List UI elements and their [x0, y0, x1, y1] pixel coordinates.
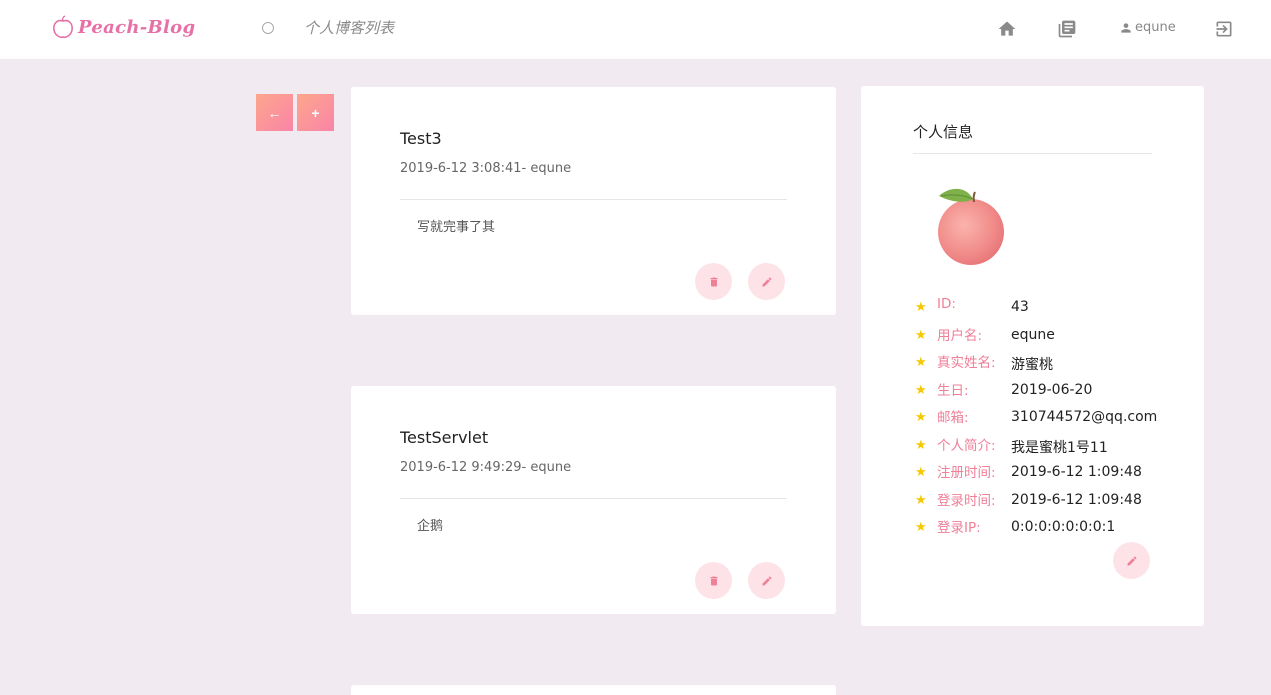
- field-value: 游蜜桃: [1011, 357, 1053, 373]
- top-navigation-bar: Peach-Blog 个人博客列表 equne: [0, 0, 1271, 59]
- field-value: 我是蜜桃1号11: [1011, 440, 1108, 456]
- post-card: TestServlet 2019-6-12 9:49:29- equne 企鹅: [351, 386, 836, 614]
- field-label: 用户名:: [937, 328, 983, 344]
- star-icon: ★: [915, 493, 927, 508]
- star-icon: ★: [915, 383, 927, 398]
- field-value: 2019-6-12 1:09:48: [1011, 492, 1142, 508]
- star-icon: ★: [915, 328, 927, 343]
- home-icon[interactable]: [997, 19, 1017, 39]
- delete-button[interactable]: [695, 562, 732, 599]
- trash-icon: [710, 277, 717, 286]
- field-value: 310744572@qq.com: [1011, 409, 1158, 425]
- back-button[interactable]: ←: [256, 94, 293, 131]
- edit-button[interactable]: [748, 263, 785, 300]
- profile-field-id: ★ ID: 43: [915, 296, 1175, 316]
- trash-icon: [710, 576, 717, 585]
- profile-field-email: ★ 邮箱: 310744572@qq.com: [915, 406, 1175, 426]
- star-icon: ★: [915, 438, 927, 453]
- post-body: 企鹅: [417, 519, 444, 534]
- profile-field-birthday: ★ 生日: 2019-06-20: [915, 379, 1175, 399]
- field-label: 真实姓名:: [937, 355, 996, 371]
- logout-icon[interactable]: [1214, 19, 1234, 39]
- profile-field-username: ★ 用户名: equne: [915, 324, 1175, 344]
- star-icon: ★: [915, 300, 927, 315]
- post-title[interactable]: TestServlet: [400, 428, 488, 447]
- plus-icon: +: [311, 104, 320, 121]
- post-card: Test3 2019-6-12 3:08:41- equne 写就完事了其: [351, 87, 836, 315]
- profile-field-realname: ★ 真实姓名: 游蜜桃: [915, 351, 1175, 373]
- user-menu[interactable]: equne: [1119, 20, 1176, 35]
- nav-actions: equne: [0, 17, 1271, 41]
- post-body: 写就完事了其: [417, 220, 496, 235]
- pencil-icon: [762, 575, 772, 585]
- profile-heading: 个人信息: [913, 123, 974, 141]
- edit-button[interactable]: [748, 562, 785, 599]
- field-value: 43: [1011, 299, 1029, 315]
- pencil-icon: [762, 276, 772, 286]
- field-label: 个人简介:: [937, 438, 996, 454]
- profile-field-login-time: ★ 登录时间: 2019-6-12 1:09:48: [915, 489, 1175, 509]
- star-icon: ★: [915, 520, 927, 535]
- field-label: 邮箱:: [937, 410, 969, 426]
- edit-profile-button[interactable]: [1113, 542, 1150, 579]
- back-arrow-icon: ←: [267, 104, 282, 121]
- field-value: 0:0:0:0:0:0:0:1: [1011, 519, 1116, 535]
- field-label: 生日:: [937, 383, 969, 399]
- library-icon[interactable]: [1057, 19, 1077, 39]
- star-icon: ★: [915, 410, 927, 425]
- profile-field-register-time: ★ 注册时间: 2019-6-12 1:09:48: [915, 461, 1175, 481]
- pencil-icon: [1127, 555, 1137, 565]
- star-icon: ★: [915, 355, 927, 370]
- star-icon: ★: [915, 465, 927, 480]
- profile-field-bio: ★ 个人简介: 我是蜜桃1号11: [915, 434, 1175, 456]
- field-label: 注册时间:: [937, 465, 996, 481]
- field-value: equne: [1011, 327, 1055, 343]
- post-title[interactable]: Test3: [400, 129, 442, 148]
- field-label: ID:: [937, 296, 956, 312]
- post-meta: 2019-6-12 3:08:41- equne: [400, 161, 572, 176]
- post-card: [351, 685, 836, 695]
- divider: [913, 153, 1152, 154]
- username-label: equne: [1135, 20, 1176, 35]
- field-value: 2019-06-20: [1011, 382, 1093, 398]
- person-icon: [1121, 22, 1131, 33]
- add-post-button[interactable]: +: [297, 94, 334, 131]
- peach-avatar: [938, 188, 1004, 265]
- field-value: 2019-6-12 1:09:48: [1011, 464, 1142, 480]
- divider: [400, 199, 787, 200]
- field-label: 登录IP:: [937, 520, 981, 536]
- divider: [400, 498, 787, 499]
- post-meta: 2019-6-12 9:49:29- equne: [400, 460, 572, 475]
- field-label: 登录时间:: [937, 493, 996, 509]
- delete-button[interactable]: [695, 263, 732, 300]
- profile-card: 个人信息 ★ ID: 43 ★ 用户名: equne ★ 真实姓名: 游蜜桃 ★…: [861, 86, 1204, 626]
- profile-field-login-ip: ★ 登录IP: 0:0:0:0:0:0:0:1: [915, 516, 1175, 536]
